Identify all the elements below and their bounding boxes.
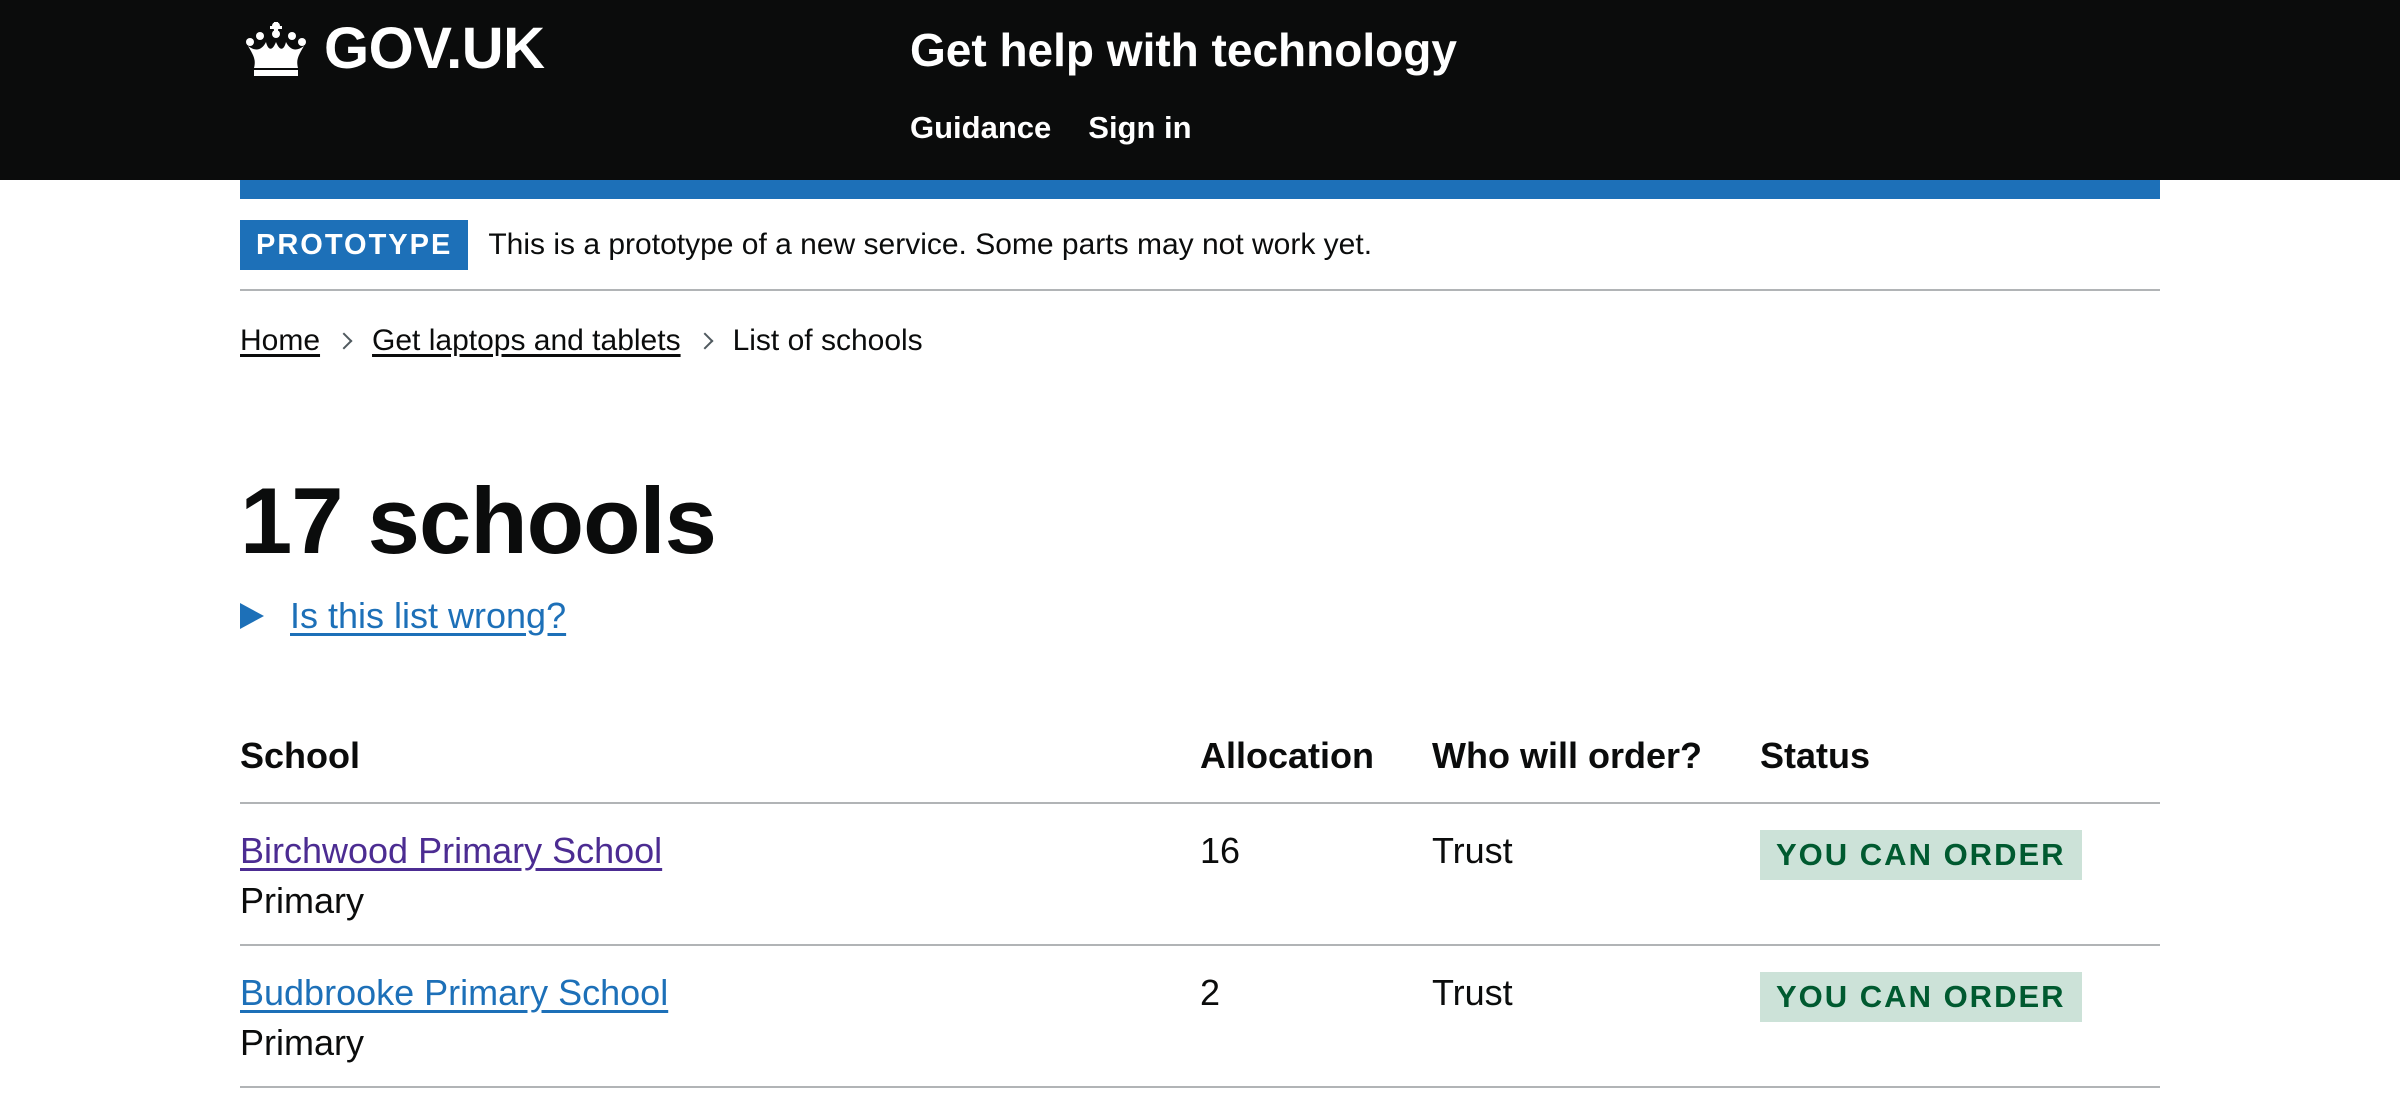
chevron-right-icon	[335, 332, 353, 350]
breadcrumb-current: List of schools	[732, 324, 923, 357]
phase-banner: PROTOTYPE This is a prototype of a new s…	[240, 220, 2160, 291]
details-summary-text[interactable]: Is this list wrong?	[290, 592, 566, 640]
school-type: Primary	[240, 1022, 364, 1063]
breadcrumb-get-laptops-link[interactable]: Get laptops and tablets	[372, 320, 681, 362]
phase-tag: PROTOTYPE	[240, 220, 469, 270]
header-who-will-order: Who will order?	[1432, 726, 1760, 804]
crown-icon	[246, 22, 306, 76]
triangle-right-icon	[240, 603, 264, 629]
allocation-cell: 16	[1200, 803, 1432, 946]
header-school: School	[240, 726, 1200, 804]
nav-sign-in-link[interactable]: Sign in	[1088, 108, 1191, 148]
who-will-order-cell: Trust	[1432, 945, 1760, 1088]
status-badge: YOU CAN ORDER	[1760, 972, 2082, 1022]
nav-guidance-link[interactable]: Guidance	[910, 108, 1051, 148]
chevron-right-icon	[696, 332, 714, 350]
table-row: Birchwood Primary School Primary 16 Trus…	[240, 803, 2160, 946]
service-name-link[interactable]: Get help with technology	[910, 20, 1457, 80]
breadcrumb-home-link[interactable]: Home	[240, 320, 320, 362]
phase-banner-text: This is a prototype of a new service. So…	[488, 228, 1373, 261]
allocation-cell: 2	[1200, 945, 1432, 1088]
school-type: Primary	[240, 880, 364, 921]
header-allocation: Allocation	[1200, 726, 1432, 804]
status-cell: YOU CAN ORDER	[1760, 803, 2160, 946]
details-toggle[interactable]: Is this list wrong?	[240, 592, 566, 640]
page-title: 17 schools	[240, 468, 717, 573]
header-navigation: Guidance Sign in	[910, 108, 1192, 148]
header-status: Status	[1760, 726, 2160, 804]
who-will-order-cell: Trust	[1432, 803, 1760, 946]
status-badge: YOU CAN ORDER	[1760, 830, 2082, 880]
table-header-row: School Allocation Who will order? Status	[240, 726, 2160, 804]
school-link[interactable]: Birchwood Primary School	[240, 830, 662, 871]
table-row: Budbrooke Primary School Primary 2 Trust…	[240, 945, 2160, 1088]
govuk-logo-link[interactable]: GOV.UK	[240, 16, 545, 82]
school-cell: Birchwood Primary School Primary	[240, 803, 1200, 946]
school-link[interactable]: Budbrooke Primary School	[240, 972, 668, 1013]
status-cell: YOU CAN ORDER	[1760, 945, 2160, 1088]
schools-table: School Allocation Who will order? Status…	[240, 726, 2160, 1088]
site-header: GOV.UK Get help with technology Guidance…	[0, 0, 2400, 180]
header-blue-bar	[240, 180, 2160, 199]
breadcrumb: Home Get laptops and tablets List of sch…	[240, 320, 923, 362]
logo-text: GOV.UK	[324, 16, 545, 81]
school-cell: Budbrooke Primary School Primary	[240, 945, 1200, 1088]
